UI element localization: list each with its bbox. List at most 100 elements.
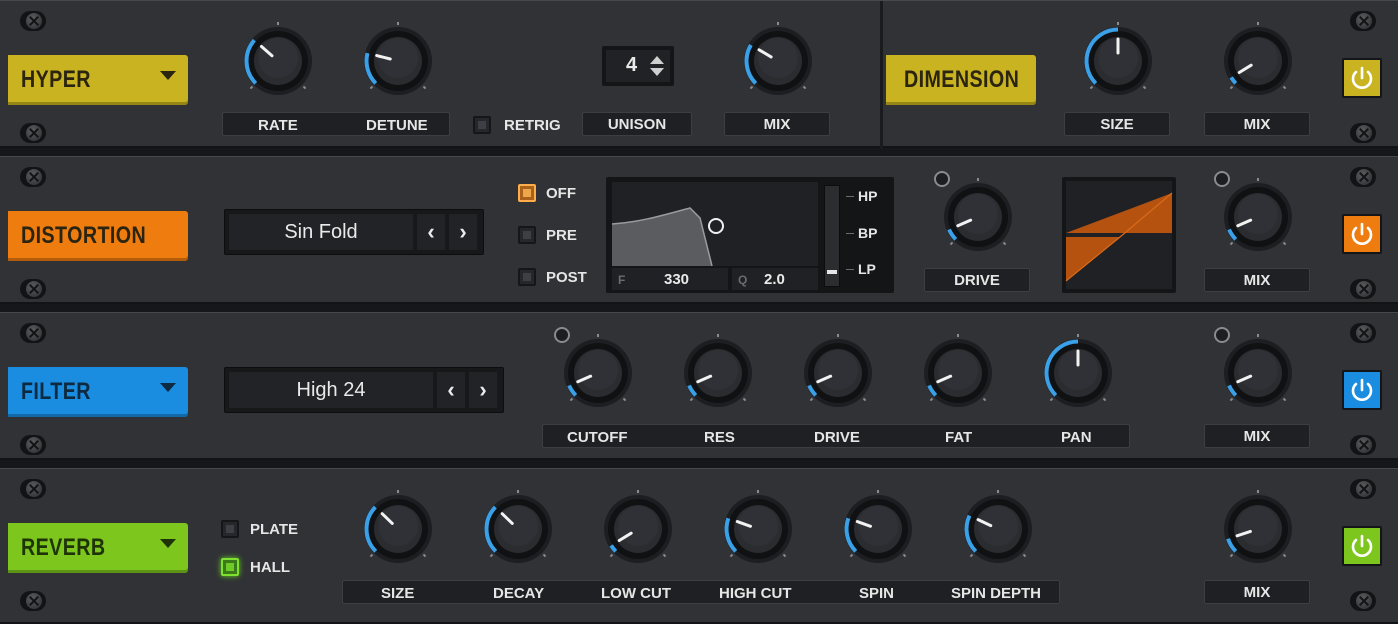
filter-lp-label[interactable]: LP	[858, 261, 876, 277]
screw	[20, 167, 46, 187]
rate-knob[interactable]	[238, 21, 318, 106]
knob-graphic[interactable]	[238, 21, 318, 101]
dimension-tag[interactable]: DIMENSION	[886, 55, 1036, 105]
knob-graphic[interactable]	[1078, 21, 1158, 101]
screw	[20, 591, 46, 611]
low-cut-knob[interactable]	[598, 489, 678, 574]
filter-q-value[interactable]: 2.0	[764, 271, 785, 288]
knob-graphic[interactable]	[838, 489, 918, 569]
detune-label: DETUNE	[366, 117, 428, 134]
reverb-size-knob[interactable]	[358, 489, 438, 574]
filter-q-label: Q	[738, 273, 748, 287]
filter-mix-knob[interactable]	[1214, 327, 1298, 418]
filter-curve-graph[interactable]	[612, 182, 818, 266]
knob-graphic[interactable]	[918, 333, 998, 413]
low-cut-label: LOW CUT	[601, 585, 671, 602]
knob-graphic[interactable]	[1038, 333, 1118, 413]
dimension-size-knob[interactable]	[1078, 21, 1158, 106]
prev-arrow-icon[interactable]: ‹	[417, 214, 445, 250]
modulation-ring-icon[interactable]	[1214, 327, 1230, 343]
chevron-down-icon[interactable]	[160, 539, 176, 548]
hyper-title: HYPER	[21, 66, 91, 93]
knob-graphic[interactable]	[678, 333, 758, 413]
knob-graphic[interactable]	[358, 21, 438, 101]
filter-f-value[interactable]: 330	[664, 271, 689, 288]
unison-stepper[interactable]: 4	[602, 46, 674, 86]
cutoff-knob[interactable]	[554, 327, 638, 418]
modulation-ring-icon[interactable]	[554, 327, 570, 343]
filter-power-button[interactable]	[1342, 370, 1382, 410]
plate-checkbox[interactable]	[221, 520, 239, 538]
knob-graphic[interactable]	[1218, 489, 1298, 569]
distortion-mix-knob[interactable]	[1214, 171, 1298, 262]
distortion-mix-label: MIX	[1204, 268, 1310, 292]
knob-graphic[interactable]	[558, 333, 638, 413]
filter-tag[interactable]: FILTER	[8, 367, 188, 417]
mode-off-checkbox[interactable]	[518, 184, 536, 202]
high-cut-knob[interactable]	[718, 489, 798, 574]
knob-graphic[interactable]	[358, 489, 438, 569]
screw	[20, 323, 46, 343]
distortion-drive-knob[interactable]	[934, 171, 1018, 262]
modulation-ring-icon[interactable]	[934, 171, 950, 187]
mode-post-label: POST	[546, 269, 587, 286]
next-arrow-icon[interactable]: ›	[449, 214, 477, 250]
distortion-tag[interactable]: DISTORTION	[8, 211, 188, 261]
distortion-power-button[interactable]	[1342, 214, 1382, 254]
screw	[1350, 11, 1376, 31]
modulation-ring-icon[interactable]	[1214, 171, 1230, 187]
hyper-mix-knob[interactable]	[738, 21, 818, 106]
knob-graphic[interactable]	[1218, 21, 1298, 101]
knob-graphic[interactable]	[598, 489, 678, 569]
screw	[1350, 591, 1376, 611]
knob-graphic[interactable]	[938, 177, 1018, 257]
filter-hp-label[interactable]: HP	[858, 188, 877, 204]
distortion-filter-display[interactable]: F 330 Q 2.0 HP BP LP	[606, 177, 894, 293]
mode-post-checkbox[interactable]	[518, 268, 536, 286]
knob-graphic[interactable]	[958, 489, 1038, 569]
hall-checkbox[interactable]	[221, 558, 239, 576]
filter-type-slider[interactable]	[824, 185, 840, 287]
hyper-power-button[interactable]	[1342, 58, 1382, 98]
decay-knob[interactable]	[478, 489, 558, 574]
distortion-type-value: Sin Fold	[229, 214, 413, 250]
mode-pre-checkbox[interactable]	[518, 226, 536, 244]
knob-graphic[interactable]	[738, 21, 818, 101]
screw	[20, 435, 46, 455]
next-arrow-icon[interactable]: ›	[469, 372, 497, 408]
reverb-tag[interactable]: REVERB	[8, 523, 188, 573]
rate-label: RATE	[258, 117, 298, 134]
knob-graphic[interactable]	[718, 489, 798, 569]
chevron-down-icon[interactable]	[160, 383, 176, 392]
decay-label: DECAY	[493, 585, 545, 602]
dimension-mix-knob[interactable]	[1218, 21, 1298, 106]
knob-graphic[interactable]	[1218, 177, 1298, 257]
prev-arrow-icon[interactable]: ‹	[437, 372, 465, 408]
detune-knob[interactable]	[358, 21, 438, 106]
screw	[20, 11, 46, 31]
filter-type-value: High 24	[229, 372, 433, 408]
spin-depth-knob[interactable]	[958, 489, 1038, 574]
spin-knob[interactable]	[838, 489, 918, 574]
knob-graphic[interactable]	[1218, 333, 1298, 413]
knob-graphic[interactable]	[478, 489, 558, 569]
unison-value: 4	[626, 54, 638, 76]
stepper-up-icon[interactable]	[650, 56, 664, 64]
reverb-power-button[interactable]	[1342, 526, 1382, 566]
filter-drive-knob[interactable]	[798, 333, 878, 418]
filter-f-label: F	[618, 273, 626, 287]
distortion-type-selector[interactable]: Sin Fold ‹ ›	[224, 209, 484, 255]
knob-graphic[interactable]	[798, 333, 878, 413]
hyper-tag[interactable]: HYPER	[8, 55, 188, 105]
stepper-down-icon[interactable]	[650, 68, 664, 76]
retrig-checkbox[interactable]	[473, 116, 491, 134]
dimension-size-label: SIZE	[1064, 112, 1170, 136]
reverb-mix-knob[interactable]	[1218, 489, 1298, 574]
pan-knob[interactable]	[1038, 333, 1118, 418]
dimension-mix-label: MIX	[1204, 112, 1310, 136]
filter-bp-label[interactable]: BP	[858, 225, 877, 241]
chevron-down-icon[interactable]	[160, 71, 176, 80]
fat-knob[interactable]	[918, 333, 998, 418]
res-knob[interactable]	[678, 333, 758, 418]
filter-type-selector[interactable]: High 24 ‹ ›	[224, 367, 504, 413]
